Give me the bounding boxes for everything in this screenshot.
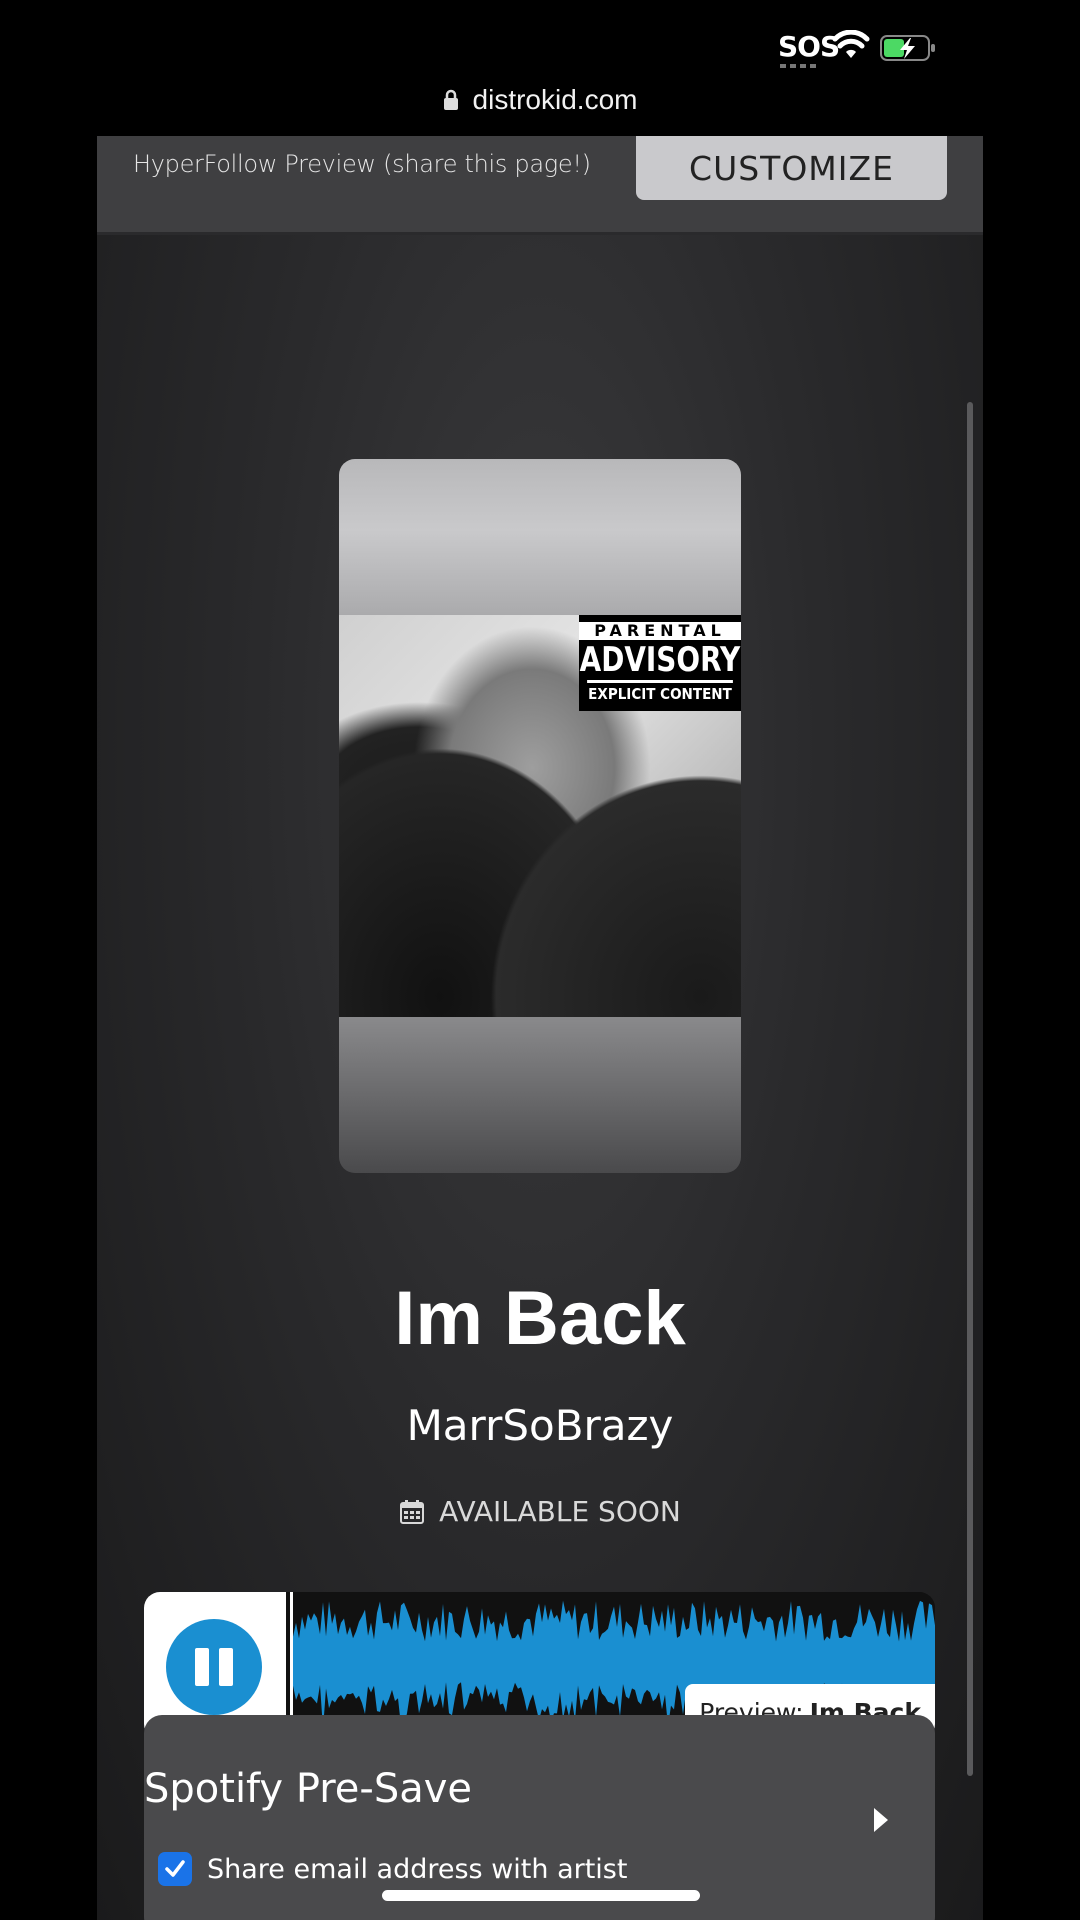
status-bar: SOS <box>0 0 1080 90</box>
address-bar[interactable]: distrokid.com <box>0 80 1080 120</box>
album-artwork: PARENTAL ADVISORY EXPLICIT CONTENT <box>339 459 741 1173</box>
chevron-right-icon[interactable] <box>874 1808 888 1832</box>
checkbox-icon[interactable] <box>158 1852 192 1886</box>
artist-name: MarrSoBrazy <box>406 1401 674 1450</box>
battery-charging-icon <box>880 35 935 61</box>
preview-header: HyperFollow Preview (share this page!) C… <box>97 136 983 235</box>
customize-button[interactable]: CUSTOMIZE <box>636 136 947 200</box>
availability-row: AVAILABLE SOON <box>97 1495 983 1528</box>
availability-text: AVAILABLE SOON <box>439 1495 681 1528</box>
lock-icon <box>443 89 458 110</box>
release-title: Im Back <box>394 1276 686 1361</box>
parental-advisory-label: PARENTAL ADVISORY EXPLICIT CONTENT <box>579 615 741 711</box>
pause-icon[interactable] <box>166 1619 262 1715</box>
advisory-line-3: EXPLICIT CONTENT <box>587 679 733 705</box>
share-email-label[interactable]: Share email address with artist <box>207 1854 627 1885</box>
wifi-icon <box>832 30 870 58</box>
url-text[interactable]: distrokid.com <box>473 84 638 116</box>
advisory-line-1: PARENTAL <box>579 621 741 640</box>
spotify-presave-title[interactable]: Spotify Pre-Save <box>144 1766 472 1812</box>
preview-header-label: HyperFollow Preview (share this page!) <box>133 150 591 178</box>
scrollbar[interactable] <box>967 402 973 1776</box>
hyperfollow-page: HyperFollow Preview (share this page!) C… <box>97 136 983 1920</box>
advisory-line-2: ADVISORY <box>579 639 741 680</box>
sos-indicator: SOS <box>778 30 840 63</box>
signal-dots <box>780 64 820 68</box>
home-indicator[interactable] <box>382 1890 700 1901</box>
calendar-icon <box>400 1499 425 1524</box>
release-content: PARENTAL ADVISORY EXPLICIT CONTENT Im Ba… <box>97 235 983 1920</box>
